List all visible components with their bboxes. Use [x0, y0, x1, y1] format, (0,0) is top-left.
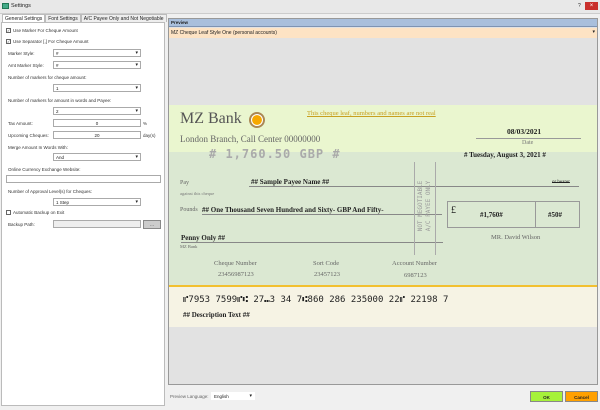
upcoming-label: Upcoming Cheques: [8, 133, 49, 138]
currency-symbol: £ [451, 205, 456, 216]
merge-label: Merge Amount In Words With: [8, 145, 68, 150]
amt-marker-style-select[interactable]: # [53, 61, 141, 69]
use-separator-label: Use Separator [,] For Cheque Amount [13, 39, 89, 44]
date-label: Date [522, 140, 534, 146]
window-title: Settings [11, 3, 31, 9]
approval-select[interactable]: 1 Step [53, 198, 141, 206]
amount-box: £ #1,760# #50# [447, 201, 580, 228]
bank-logo [249, 112, 265, 128]
num-markers-words-label: Number of markers for amount in words an… [8, 98, 112, 103]
chevron-down-icon: ▾ [592, 29, 595, 35]
settings-icon [2, 3, 9, 9]
amount-words-2: Penny Only ## [181, 234, 225, 242]
preview-language-select[interactable]: English [211, 392, 255, 400]
amount-words-1: ## One Thousand Seven Hundred and Sixty-… [202, 206, 384, 214]
payee: ## Sample Payee Name ## [251, 178, 330, 186]
description: ## Description Text ## [183, 311, 250, 319]
account-number: 6987123 [404, 272, 427, 279]
notice: This cheque leaf, numbers and names are … [307, 110, 436, 117]
not-negotiable: NOT NEGOTIABLE [417, 180, 424, 232]
crossing-stamp: NOT NEGOTIABLE A/C PAYEE ONLY [414, 162, 436, 255]
upcoming-unit: day(s) [143, 133, 156, 138]
tax-unit: % [143, 121, 148, 126]
preview-panel: Preview MZ Cheque Leaf Style One (person… [168, 18, 598, 385]
bearer: or bearer [552, 180, 570, 185]
marker-style-label: Marker Style: [8, 51, 35, 56]
backup-path-input[interactable] [53, 220, 141, 228]
close-button[interactable]: × [585, 2, 598, 10]
date-long: # Tuesday, August 3, 2021 # [464, 151, 546, 159]
bank-small: MZ Bank [180, 244, 198, 249]
exchange-input[interactable] [6, 175, 161, 183]
cheque-number-label: Cheque Number [214, 260, 257, 267]
pounds-label: Pounds [180, 207, 198, 213]
auto-backup-label: Automatic Backup on Exit [13, 210, 65, 215]
num-markers-amount-select[interactable]: 1 [53, 84, 141, 92]
sort-code-label: Sort Code [313, 260, 340, 267]
cheque: MZ Bank London Branch, Call Center 00000… [169, 105, 597, 327]
ac-payee-only: A/C PAYEE ONLY [425, 180, 432, 232]
marker-style-select[interactable]: # [53, 49, 141, 57]
cancel-button[interactable]: Cancel [565, 391, 598, 402]
exchange-label: Online Currency Exchange Website: [8, 167, 81, 172]
amt-marker-style-label: Amt Marker Style: [8, 63, 44, 68]
date: 08/03/2021 [507, 127, 542, 136]
use-separator-checkbox[interactable]: ✓ Use Separator [,] For Cheque Amount [6, 39, 89, 45]
tax-amount-label: Tax Amount: [8, 121, 33, 126]
use-marker-label: Use Marker For Cheque Amount [13, 28, 78, 33]
tab-ac-payee[interactable]: A/C Payee Only and Not Negotiable [80, 14, 167, 22]
general-settings-panel: ✓ Use Marker For Cheque Amount ✓ Use Separ… [1, 22, 165, 406]
tab-general-settings[interactable]: General Settings [2, 14, 46, 22]
tax-amount-input[interactable]: 0 [53, 119, 141, 127]
branch: London Branch, Call Center 00000000 [180, 134, 321, 144]
preview-header: Preview [169, 19, 597, 27]
num-markers-amount-label: Number of markers for cheque amount: [8, 75, 87, 80]
amount-dotted: # 1,760.50 GBP # [209, 147, 341, 161]
tab-font-settings[interactable]: Font Settings [45, 14, 81, 22]
num-markers-words-select[interactable]: 2 [53, 107, 141, 115]
backup-path-label: Backup Path: [8, 222, 35, 227]
use-marker-checkbox[interactable]: ✓ Use Marker For Cheque Amount [6, 28, 78, 34]
preview-language-label: Preview Language: [170, 394, 209, 399]
pence-figure: #50# [548, 211, 562, 219]
approval-label: Number of Approval Level(s) for Cheques: [8, 189, 93, 194]
browse-button[interactable]: ... [143, 220, 161, 229]
upcoming-input[interactable]: 20 [53, 131, 141, 139]
title-bar: Settings ? × [0, 0, 600, 14]
against-label: against this cheque [180, 191, 215, 196]
cheque-style-select[interactable]: MZ Cheque Leaf Style One (personal accou… [169, 28, 597, 38]
help-button[interactable]: ? [578, 3, 581, 9]
cheque-number: 23456987123 [218, 271, 254, 278]
bank-name: MZ Bank [180, 110, 242, 127]
signer: MR. David Wilson [491, 234, 541, 241]
sort-code: 23457123 [314, 271, 340, 278]
pay-label: Pay [180, 180, 189, 186]
cheque-style-value: MZ Cheque Leaf Style One (personal accou… [171, 30, 277, 36]
ok-button[interactable]: OK [530, 391, 563, 402]
merge-select[interactable]: And [53, 153, 141, 161]
account-number-label: Account Number [392, 260, 437, 267]
auto-backup-checkbox[interactable]: Automatic Backup on Exit [6, 210, 65, 216]
micr-line: ⑈7953 7599⑈⑆ 27⑉3 34 7⑆860 286 235000 22… [183, 295, 449, 305]
amount-figure: #1,760# [480, 211, 503, 219]
